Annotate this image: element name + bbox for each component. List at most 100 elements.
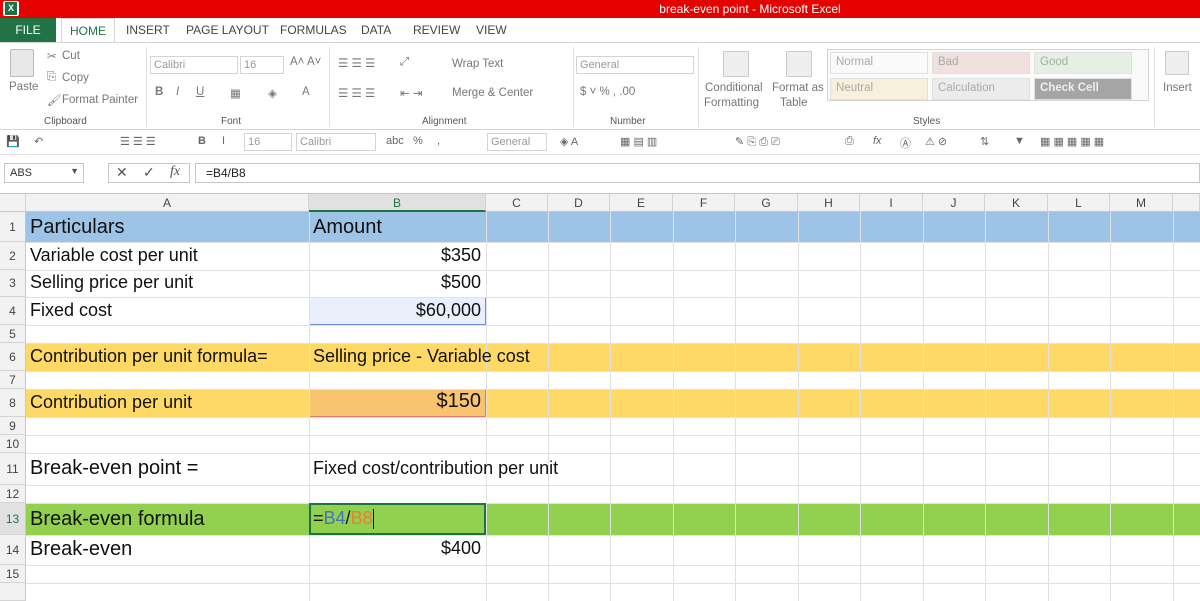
row-header-14[interactable]: 14 xyxy=(0,535,26,565)
row-header-6[interactable]: 6 xyxy=(0,343,26,371)
select-all-corner[interactable] xyxy=(0,194,26,212)
style-good[interactable]: Good xyxy=(1034,52,1132,74)
paste-icon[interactable] xyxy=(10,49,34,77)
align-left-icon[interactable]: ☰ ☰ ☰ xyxy=(338,86,375,100)
insert-button[interactable]: Insert xyxy=(1163,82,1192,94)
font-size-combo[interactable]: 16 xyxy=(240,56,284,74)
cell-b4[interactable]: $60,000 xyxy=(309,300,481,321)
align-icon[interactable]: ☰ ☰ ☰ xyxy=(120,135,156,148)
insert-function-icon[interactable]: fx xyxy=(170,164,180,180)
row-header-16[interactable] xyxy=(0,583,26,601)
cell-a14[interactable]: Break-even xyxy=(26,538,132,561)
qat-format-combo[interactable]: General xyxy=(487,133,547,151)
italic-icon[interactable]: I xyxy=(176,86,179,98)
col-header-k[interactable]: K xyxy=(985,194,1048,212)
format-painter-icon[interactable]: 🖌 xyxy=(47,93,62,107)
bold-icon[interactable]: B xyxy=(198,135,206,147)
undo-icon[interactable]: ↶ xyxy=(34,135,43,148)
col-header-m[interactable]: M xyxy=(1110,194,1173,212)
row-header-5[interactable]: 5 xyxy=(0,325,26,343)
indent-icon[interactable]: ⇤ ⇥ xyxy=(400,86,422,100)
borders-icon[interactable]: ▦ ▤ ▥ xyxy=(620,135,657,148)
row-header-4[interactable]: 4 xyxy=(0,297,26,325)
orientation-icon[interactable]: ⤢ xyxy=(400,56,409,69)
row-header-15[interactable]: 15 xyxy=(0,565,26,583)
col-header-h[interactable]: H xyxy=(798,194,860,212)
row-header-12[interactable]: 12 xyxy=(0,485,26,503)
col-header-d[interactable]: D xyxy=(548,194,610,212)
strikethrough-icon[interactable]: abc xyxy=(386,135,404,147)
col-header-g[interactable]: G xyxy=(735,194,798,212)
filter-icon[interactable]: ▼ xyxy=(1014,135,1025,147)
cell-b6[interactable]: Selling price - Variable cost xyxy=(309,346,530,367)
format-as-table-icon[interactable] xyxy=(786,51,812,77)
row-header-13[interactable]: 13 xyxy=(0,503,26,535)
row-header-11[interactable]: 11 xyxy=(0,453,26,485)
tab-page-layout[interactable]: PAGE LAYOUT xyxy=(186,18,269,42)
enter-icon[interactable]: ✓ xyxy=(143,164,155,181)
cell-b13[interactable]: =B4/B8 xyxy=(309,508,374,530)
cell-a11[interactable]: Break-even point = xyxy=(26,457,198,480)
comma-icon[interactable]: , xyxy=(437,135,440,147)
currency-icon[interactable]: $ ˅ % , .00 xyxy=(580,86,635,98)
format-as-table-button[interactable]: Format as xyxy=(772,82,824,94)
wrap-text-button[interactable]: Wrap Text xyxy=(452,58,503,70)
align-top-icon[interactable]: ☰ ☰ ☰ xyxy=(338,56,375,70)
row-header-3[interactable]: 3 xyxy=(0,270,26,297)
cell-a4[interactable]: Fixed cost xyxy=(26,300,112,321)
col-header-f[interactable]: F xyxy=(673,194,735,212)
print-icon[interactable]: ⎙ xyxy=(845,135,854,148)
col-header-b[interactable]: B xyxy=(309,194,486,212)
cell-a8[interactable]: Contribution per unit xyxy=(26,392,192,413)
row-header-10[interactable]: 10 xyxy=(0,435,26,453)
fill-color-icon[interactable]: ◈ xyxy=(268,86,277,100)
tools-icon[interactable]: ✎ ⎘ ⎙ ⎚ xyxy=(735,135,780,149)
conditional-formatting-icon[interactable] xyxy=(723,51,749,77)
fill-color-icon[interactable]: ◈ A xyxy=(560,135,578,148)
formula-input[interactable]: =B4/B8 xyxy=(195,163,1200,183)
tab-formulas[interactable]: FORMULAS xyxy=(280,18,347,42)
col-header-l[interactable]: L xyxy=(1048,194,1110,212)
conditional-formatting-button[interactable]: Conditional xyxy=(705,82,763,94)
paste-button[interactable]: Paste xyxy=(9,81,38,93)
copy-icon[interactable]: ⎘ xyxy=(47,71,56,84)
merge-center-button[interactable]: Merge & Center xyxy=(452,87,533,99)
row-header-2[interactable]: 2 xyxy=(0,242,26,270)
col-header-c[interactable]: C xyxy=(486,194,548,212)
percent-icon[interactable]: % xyxy=(413,135,423,147)
tab-review[interactable]: REVIEW xyxy=(413,18,460,42)
cancel-icon[interactable]: ✕ xyxy=(116,164,128,181)
style-neutral[interactable]: Neutral xyxy=(830,78,928,100)
col-header-i[interactable]: I xyxy=(860,194,923,212)
style-calculation[interactable]: Calculation xyxy=(932,78,1030,100)
style-bad[interactable]: Bad xyxy=(932,52,1030,74)
tab-insert[interactable]: INSERT xyxy=(126,18,170,42)
row-header-8[interactable]: 8 xyxy=(0,389,26,417)
name-box[interactable]: ABS ▼ xyxy=(4,163,84,183)
error-check-icon[interactable]: ⚠ ⊘ xyxy=(925,135,947,148)
save-icon[interactable]: 💾 xyxy=(6,135,20,148)
chevron-down-icon[interactable]: ▼ xyxy=(70,166,79,176)
tab-file[interactable]: FILE xyxy=(0,18,56,42)
row-header-9[interactable]: 9 xyxy=(0,417,26,435)
cut-button[interactable]: Cut xyxy=(62,50,80,62)
col-header-j[interactable]: J xyxy=(923,194,985,212)
row-header-7[interactable]: 7 xyxy=(0,371,26,389)
tab-home[interactable]: HOME xyxy=(61,18,115,42)
tab-data[interactable]: DATA xyxy=(361,18,391,42)
qat-size-combo[interactable]: 16 xyxy=(244,133,292,151)
cell-b1[interactable]: Amount xyxy=(309,216,382,239)
function-icon[interactable]: fx xyxy=(873,135,882,147)
col-header-a[interactable]: A xyxy=(26,194,309,212)
style-check-cell[interactable]: Check Cell xyxy=(1034,78,1132,100)
col-header-overflow[interactable] xyxy=(1173,194,1200,212)
spreadsheet-grid[interactable]: A B C D E F G H I J K L M 1 2 3 4 5 6 7 xyxy=(0,193,1200,601)
row-header-1[interactable]: 1 xyxy=(0,212,26,242)
tab-view[interactable]: VIEW xyxy=(476,18,507,42)
cell-a1[interactable]: Particulars xyxy=(26,216,124,239)
qat-font-combo[interactable]: Calibri xyxy=(296,133,376,151)
cell-a2[interactable]: Variable cost per unit xyxy=(26,245,198,266)
bold-icon[interactable]: B xyxy=(155,86,163,98)
cell-b8[interactable]: $150 xyxy=(309,390,482,413)
copy-button[interactable]: Copy xyxy=(62,72,89,84)
